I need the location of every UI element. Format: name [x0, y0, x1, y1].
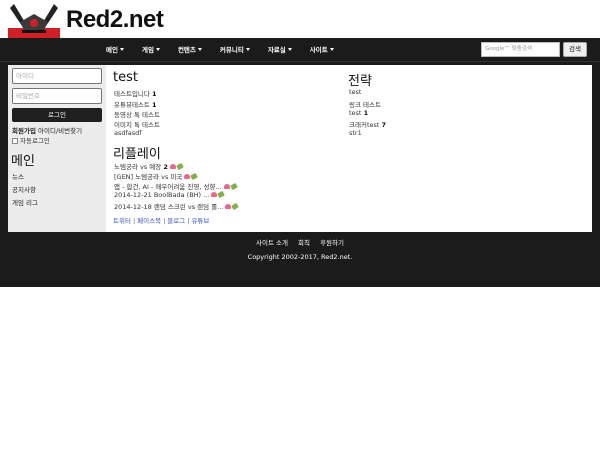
heart-icon: [223, 184, 230, 189]
list-item[interactable]: test 1: [349, 109, 368, 117]
post-title: 유튜뷰테스트: [114, 101, 150, 109]
post-title: 2014-12-21 BoolBada (BH) ...: [114, 191, 210, 199]
comment-count: 7: [381, 121, 387, 129]
signup-row: 회원가입 아이디/비번찾기: [12, 125, 82, 135]
autologin-label[interactable]: 자동로그인: [20, 137, 50, 145]
post-title: 동영상 톡 테스트: [114, 111, 160, 119]
post-title: 링크 테스트: [349, 101, 381, 109]
footer-links: 사이트 소개 회칙 후원하기: [0, 237, 600, 247]
separator: |: [163, 217, 166, 225]
section-title-test[interactable]: test: [113, 70, 138, 85]
nav-item-main[interactable]: 메인: [106, 38, 124, 62]
list-item[interactable]: 링크 테스트: [349, 99, 381, 109]
caret-down-icon: [329, 48, 334, 51]
nav-menu: 메인 게임 컨텐츠 커뮤니티 자료실 사이트: [106, 38, 352, 62]
comment-count: 2: [163, 163, 168, 171]
attachment-icon: [190, 172, 199, 181]
logo-text[interactable]: Red2.net: [66, 6, 164, 34]
nav-item-label: 메인: [106, 46, 118, 54]
facebook-link[interactable]: 페이스북: [137, 217, 161, 225]
twitter-link[interactable]: 트위터: [113, 217, 131, 225]
list-item[interactable]: 동영상 톡 테스트: [114, 109, 160, 119]
post-title: 앱 - 합건, AI - 매우어려움 진영, 성향...: [114, 183, 222, 191]
post-title: 테스트입니다: [114, 90, 150, 98]
caret-down-icon: [155, 48, 160, 51]
list-item[interactable]: 테스트입니다 1: [114, 88, 157, 98]
search-button[interactable]: 검색: [563, 42, 587, 57]
post-title: 크래커test: [349, 121, 380, 129]
nav-item-site[interactable]: 사이트: [310, 38, 334, 62]
nav-item-label: 커뮤니티: [219, 46, 244, 54]
comment-count: 1: [151, 101, 157, 109]
sidebar-item-notice[interactable]: 공지사항: [12, 184, 36, 194]
nav-item-label: 자료실: [267, 46, 286, 54]
list-item[interactable]: 노템궁라 vs 예장 2: [114, 161, 184, 171]
caret-down-icon: [287, 48, 292, 51]
list-item[interactable]: 유튜뷰테스트 1: [114, 99, 157, 109]
section-title-replay[interactable]: 리플레이: [113, 143, 161, 162]
section-title-strategy[interactable]: 전략: [348, 70, 372, 89]
nav-item-community[interactable]: 커뮤니티: [220, 38, 250, 62]
nav-item-content[interactable]: 컨텐츠: [178, 38, 202, 62]
nav-item-label: 컨텐츠: [177, 46, 196, 54]
login-button[interactable]: 로그인: [12, 108, 102, 122]
blog-link[interactable]: 블로그: [167, 217, 185, 225]
separator: |: [132, 217, 136, 225]
post-title: asdfasdf: [114, 129, 142, 137]
footer-link-rules[interactable]: 회칙: [298, 239, 310, 247]
autologin-row: 자동로그인: [12, 135, 50, 145]
nav-item-label: 사이트: [309, 46, 328, 54]
attachment-icon: [176, 162, 184, 171]
autologin-checkbox[interactable]: [12, 138, 18, 144]
list-item[interactable]: test: [349, 88, 361, 96]
attachment-icon: [231, 202, 240, 211]
post-title: str1: [349, 129, 362, 137]
post-title: 2014-12-18 랜덤 스크린 vs 랜덤 롤...: [114, 203, 224, 211]
sidebar-item-news[interactable]: 뉴스: [12, 171, 24, 181]
logo-icon[interactable]: [8, 2, 60, 38]
heart-icon: [169, 164, 176, 169]
username-field[interactable]: 아이디: [12, 68, 102, 84]
sidebar-title: 메인: [11, 154, 35, 169]
list-item[interactable]: str1: [349, 129, 362, 137]
comment-count: 1: [363, 109, 369, 117]
nav-item-archive[interactable]: 자료실: [268, 38, 292, 62]
post-title: test: [349, 109, 362, 117]
list-item[interactable]: 2014-12-21 BoolBada (BH) ...: [114, 190, 226, 199]
attachment-icon: [217, 190, 226, 199]
signup-link[interactable]: 회원가입: [12, 127, 36, 135]
nav-item-label: 게임: [141, 46, 154, 54]
list-item[interactable]: asdfasdf: [114, 129, 142, 137]
sidebar-item-league[interactable]: 게임 리그: [12, 197, 38, 207]
social-links: 트위터 | 페이스북 | 블로그 | 유튜브: [113, 215, 209, 225]
caret-down-icon: [119, 48, 124, 51]
find-account-link[interactable]: 아이디/비번찾기: [38, 127, 82, 135]
nav-item-game[interactable]: 게임: [142, 38, 160, 62]
password-field[interactable]: 비밀번호: [12, 88, 102, 104]
footer-link-about[interactable]: 사이트 소개: [256, 239, 288, 247]
separator: |: [187, 217, 190, 225]
copyright-text: Copyright 2002-2017, Red2.net.: [247, 253, 353, 261]
list-item[interactable]: 크래커test 7: [349, 119, 386, 129]
youtube-link[interactable]: 유튜브: [191, 217, 209, 225]
post-title: test: [349, 88, 362, 96]
post-title: 노템궁라 vs 예장: [114, 163, 162, 171]
caret-down-icon: [245, 48, 250, 51]
post-title: [GEN] 노템궁라 vs 미국: [114, 173, 183, 181]
list-item[interactable]: 2014-12-18 랜덤 스크린 vs 랜덤 롤...: [114, 201, 240, 211]
footer-link-donate[interactable]: 후원하기: [320, 239, 344, 247]
comment-count: 1: [151, 90, 157, 98]
attachment-icon: [229, 182, 238, 191]
main-navbar: 메인 게임 컨텐츠 커뮤니티 자료실 사이트 Google™ 맞춤검색 검색: [0, 38, 600, 62]
list-item[interactable]: [GEN] 노템궁라 vs 미국: [114, 171, 199, 181]
list-item[interactable]: 앱 - 합건, AI - 매우어려움 진영, 성향...: [114, 181, 238, 191]
search-input[interactable]: Google™ 맞춤검색: [481, 42, 560, 57]
caret-down-icon: [197, 48, 202, 51]
post-title: 이미지 톡 테스트: [114, 121, 160, 129]
list-item[interactable]: 이미지 톡 테스트: [114, 119, 160, 129]
site-header: Red2.net: [0, 0, 600, 38]
